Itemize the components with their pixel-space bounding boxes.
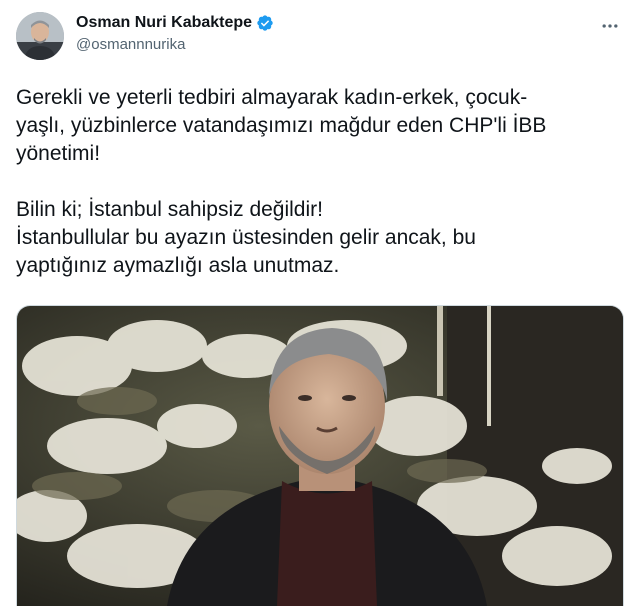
tweet-line: yaptığınız aymazlığı asla unutmaz. — [16, 254, 340, 277]
avatar-photo-icon — [16, 12, 64, 60]
photo-man-snowy-trees-icon — [17, 306, 623, 606]
author-handle[interactable]: @osmannnurika — [76, 36, 185, 53]
tweet-text: Gerekli ve yeterli tedbiri almayarak kad… — [16, 84, 616, 280]
verified-badge-icon — [256, 14, 274, 32]
more-horizontal-icon — [602, 24, 618, 28]
author-avatar[interactable] — [16, 12, 64, 60]
more-options-button[interactable] — [598, 14, 622, 38]
tweet-media-photo[interactable] — [16, 305, 624, 606]
tweet-line: Gerekli ve yeterli tedbiri almayarak kad… — [16, 86, 528, 109]
author-display-name[interactable]: Osman Nuri Kabaktepe — [76, 14, 252, 32]
tweet-card: Osman Nuri Kabaktepe @osmannnurika Gerek… — [0, 0, 640, 606]
author-name-row: Osman Nuri Kabaktepe — [76, 14, 274, 32]
tweet-line: yönetimi! — [16, 142, 101, 165]
tweet-line: yaşlı, yüzbinlerce vatandaşımızı mağdur … — [16, 114, 547, 137]
tweet-line: İstanbullular bu ayazın üstesinden gelir… — [16, 226, 476, 249]
tweet-line: Bilin ki; İstanbul sahipsiz değildir! — [16, 198, 323, 221]
